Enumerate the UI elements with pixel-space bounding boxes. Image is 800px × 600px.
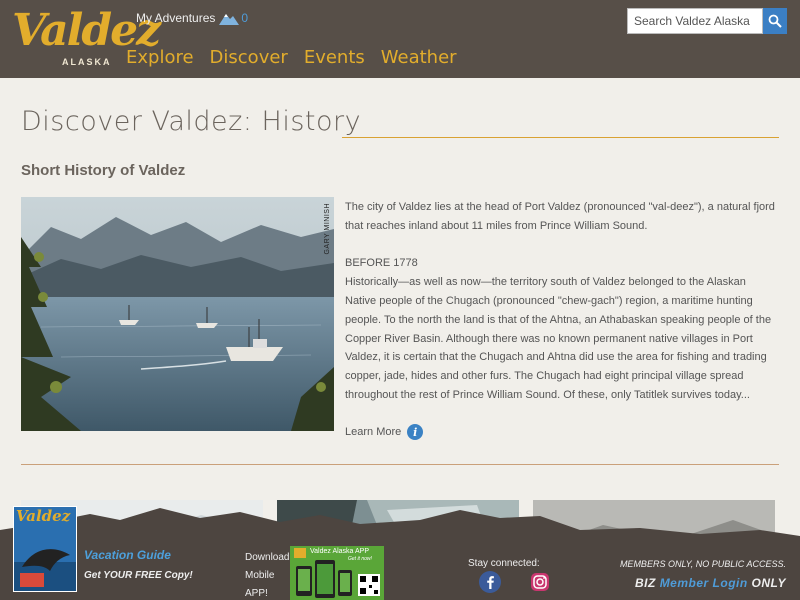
valdez-harbor-photo: GARY MINISH: [21, 197, 334, 431]
page-title: Discover Valdez: History: [21, 106, 362, 137]
stay-connected-label: Stay connected:: [468, 558, 540, 569]
search-icon: [768, 14, 782, 28]
info-icon: i: [407, 424, 424, 440]
app-banner-sub: Get it now!: [348, 556, 372, 562]
my-adventures-label: My Adventures: [136, 11, 216, 25]
download-line-1: Download: [245, 552, 290, 563]
mobile-app-banner[interactable]: Valdez Alaska APP Get it now!: [290, 546, 384, 600]
search-box: [627, 8, 787, 34]
guide-cover-wordmark: Valdez: [16, 507, 71, 525]
vacation-guide-link[interactable]: Vacation Guide: [84, 548, 171, 562]
download-line-2: Mobile: [245, 570, 275, 581]
logo-subtitle: ALASKA: [62, 57, 112, 67]
my-adventures-count: 0: [241, 11, 249, 25]
login-prefix: BIZ: [635, 576, 656, 590]
mountain-icon: [219, 14, 240, 25]
nav-weather[interactable]: Weather: [381, 47, 457, 68]
download-app-text: Download Mobile APP!: [245, 549, 295, 600]
login-suffix: ONLY: [751, 576, 786, 590]
era-heading: BEFORE 1778: [345, 257, 418, 270]
search-button[interactable]: [763, 8, 787, 34]
nav-events[interactable]: Events: [304, 47, 365, 68]
intro-paragraph: The city of Valdez lies at the head of P…: [345, 201, 775, 232]
vacation-guide-cover[interactable]: Valdez: [13, 506, 77, 592]
learn-more-link[interactable]: Learn More i: [345, 424, 424, 440]
history-text: The city of Valdez lies at the head of P…: [345, 198, 777, 424]
photo-credit: GARY MINISH: [324, 203, 331, 255]
members-only-note: MEMBERS ONLY, NO PUBLIC ACCESS.: [619, 559, 786, 569]
search-input[interactable]: [627, 8, 763, 34]
title-divider: [342, 137, 779, 138]
nav-explore[interactable]: Explore: [126, 47, 194, 68]
harbor-illustration: [21, 197, 334, 431]
history-paragraph: Historically—as well as now—the territor…: [345, 276, 772, 401]
download-line-3: APP!: [245, 588, 268, 599]
section-subtitle: Short History of Valdez: [21, 162, 186, 179]
section-divider: [21, 464, 779, 465]
main-nav: Explore Discover Events Weather: [126, 47, 473, 68]
my-adventures-link[interactable]: My Adventures 0: [136, 11, 248, 25]
valdez-logo[interactable]: Valdez ALASKA: [12, 6, 161, 70]
footer-mountain-silhouette: [0, 508, 800, 550]
app-banner-title: Valdez Alaska APP: [310, 548, 370, 555]
facebook-icon[interactable]: [479, 571, 501, 593]
site-header: Valdez ALASKA My Adventures 0 Explore Di…: [0, 0, 800, 78]
vacation-guide-sub: Get YOUR FREE Copy!: [84, 570, 193, 581]
instagram-icon[interactable]: [529, 571, 551, 593]
nav-discover[interactable]: Discover: [210, 47, 288, 68]
member-login-link[interactable]: Member Login: [660, 576, 748, 590]
learn-more-label: Learn More: [345, 426, 402, 438]
biz-member-login[interactable]: BIZ Member Login ONLY: [635, 576, 786, 590]
